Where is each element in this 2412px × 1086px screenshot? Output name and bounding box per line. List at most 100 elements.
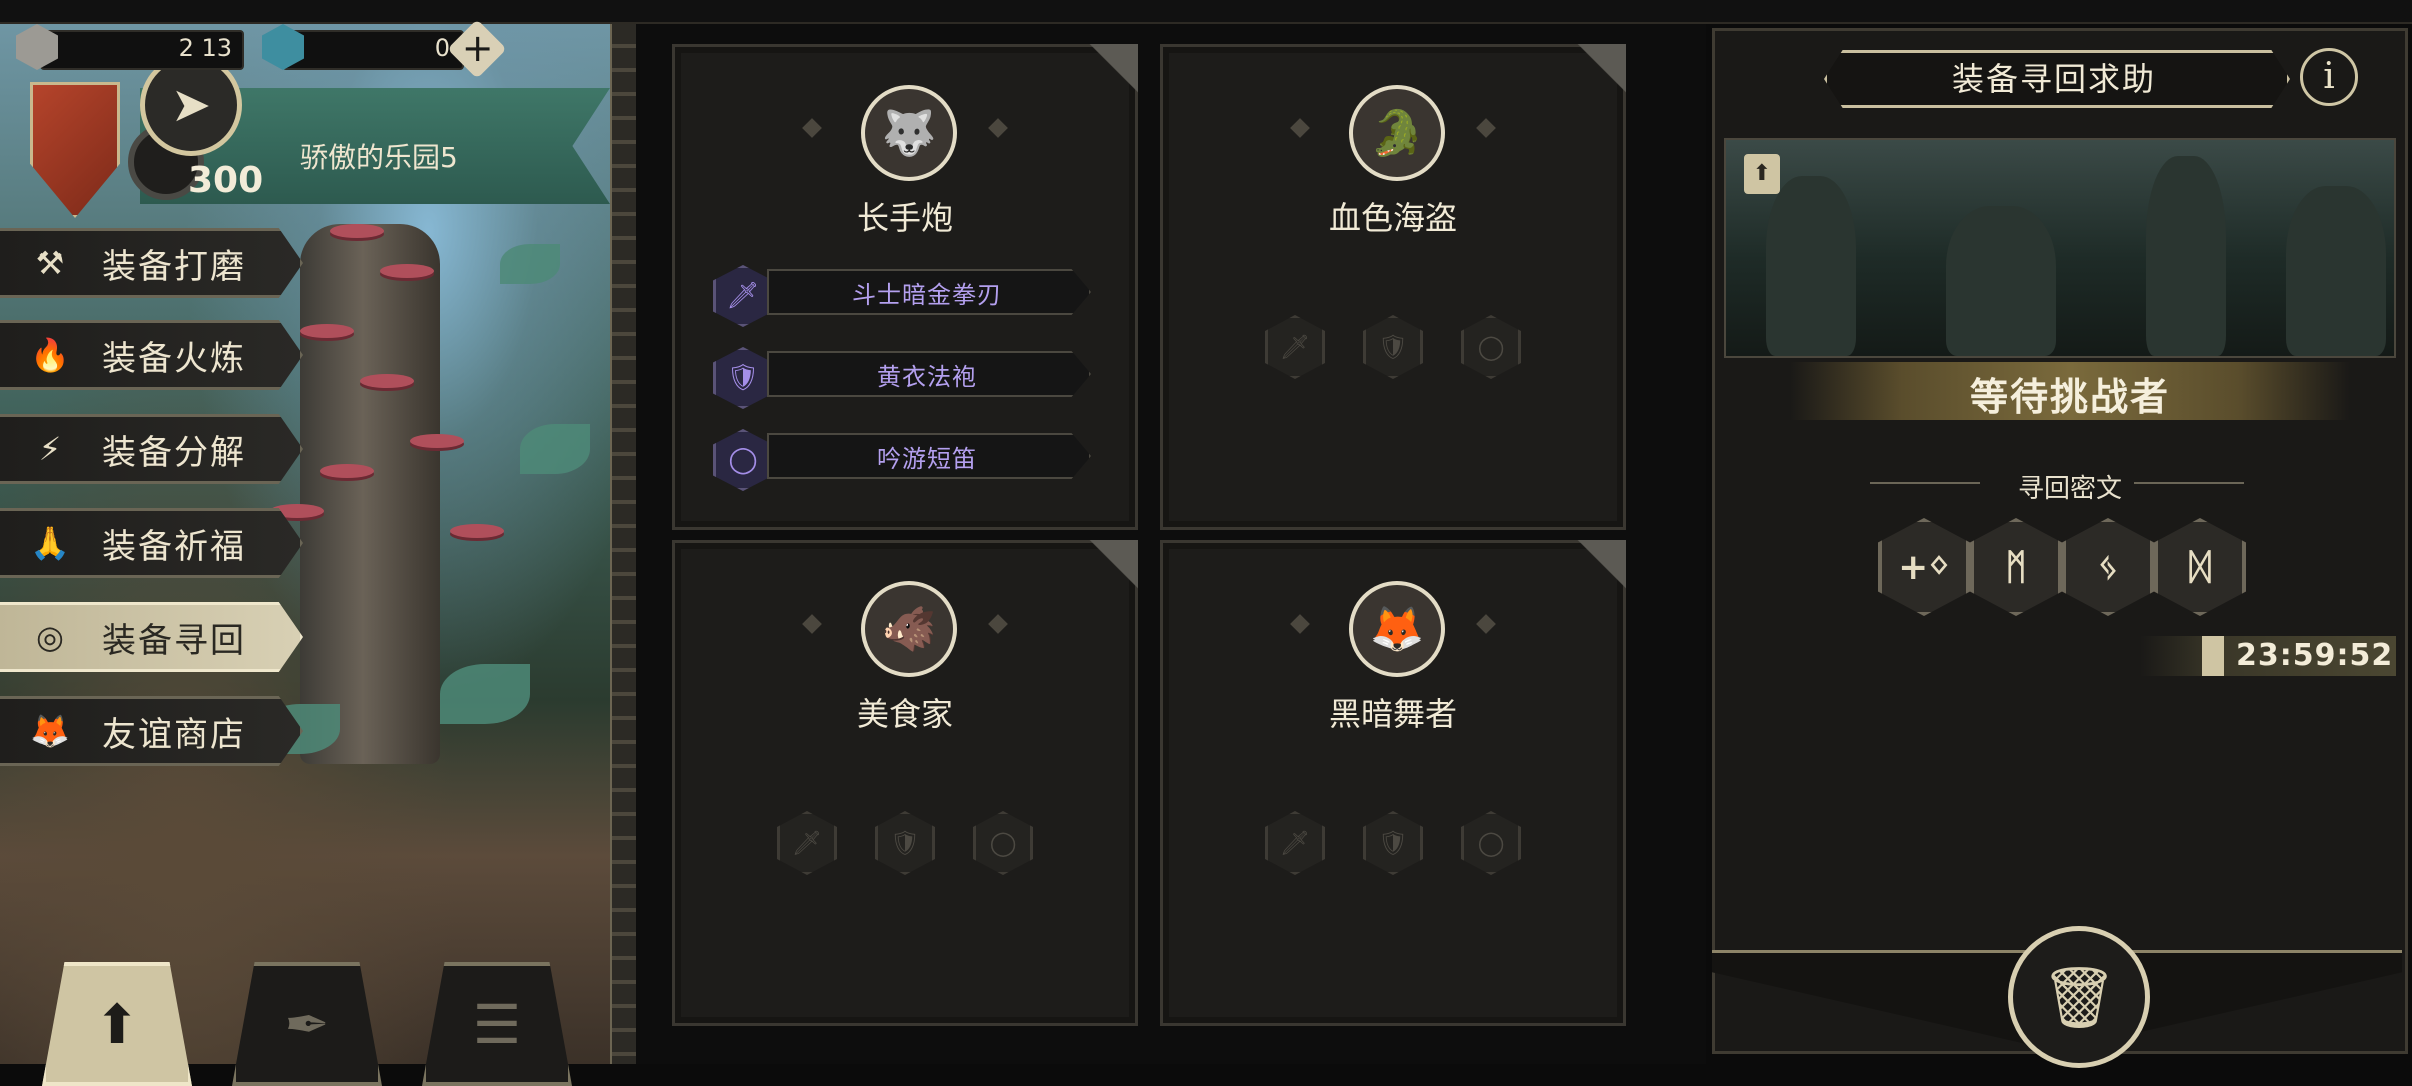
armor-slot-icon[interactable]: 🛡 <box>875 811 935 875</box>
ring-slot-icon[interactable]: ◯ <box>973 811 1033 875</box>
equipment-name: 斗士暗金拳刃 <box>852 281 1002 309</box>
equipment-row[interactable]: 🗡 斗士暗金拳刃 <box>713 265 1103 327</box>
ornament <box>988 118 1008 138</box>
menu-item-2[interactable]: 🔥 装备火炼 <box>0 320 303 390</box>
info-button[interactable]: i <box>2300 48 2358 106</box>
menu-item-label: 装备祈福 <box>102 526 246 567</box>
gems-value: 2 13 <box>178 34 232 62</box>
empty-slots: 🗡 🛡 ◯ <box>1163 811 1623 875</box>
equipment-name: 吟游短笛 <box>877 445 977 473</box>
ornament <box>988 614 1008 634</box>
ornament <box>1476 614 1496 634</box>
card-corner <box>1068 44 1138 114</box>
hourglass-icon <box>2202 636 2224 676</box>
plus-icon: + <box>461 26 494 71</box>
beast-portrait-icon: 🐗 <box>861 581 957 677</box>
mushroom <box>300 324 354 338</box>
cipher-label: 寻回密文 <box>2017 474 2122 504</box>
fox-girl-portrait-icon: 🦊 <box>1349 581 1445 677</box>
mushroom <box>330 224 384 238</box>
leaf <box>440 664 530 724</box>
tree <box>1766 176 1856 356</box>
leaf <box>520 424 590 474</box>
pray-hands-icon: 🙏 <box>30 524 70 562</box>
ring-icon: ◯ <box>713 429 773 491</box>
character-name: 长手炮 <box>856 199 953 237</box>
menu-item-1[interactable]: ⚒ 装备打磨 <box>0 228 303 298</box>
card-corner <box>1556 540 1626 610</box>
crystal-value: 0 <box>434 34 450 62</box>
character-name: 黑暗舞者 <box>1328 695 1457 733</box>
countdown-timer: 23:59:52 <box>2236 638 2394 673</box>
equipment-row[interactable]: ◯ 吟游短笛 <box>713 429 1103 491</box>
fox-icon: 🦊 <box>30 712 70 750</box>
character-card[interactable]: 🐊 血色海盗 🗡 🛡 ◯ <box>1160 44 1626 530</box>
ornate-divider <box>610 24 638 1064</box>
ring-slot-icon[interactable]: ◯ <box>1461 315 1521 379</box>
menu-item-label: 装备打磨 <box>102 246 246 287</box>
character-name: 血色海盗 <box>1328 199 1457 237</box>
menu-item-6[interactable]: 🦊 友谊商店 <box>0 696 303 766</box>
menu-item-label: 装备寻回 <box>102 620 246 661</box>
ornament <box>1290 614 1310 634</box>
character-card[interactable]: 🐗 美食家 🗡 🛡 ◯ <box>672 540 1138 1026</box>
menu-item-label: 装备分解 <box>102 432 246 473</box>
ring-slot-icon[interactable]: ◯ <box>1461 811 1521 875</box>
list-icon: ☰ <box>472 992 522 1056</box>
armor-slot-icon[interactable]: 🛡 <box>1363 315 1423 379</box>
ornament <box>802 614 822 634</box>
hammer-icon: ⚒ <box>35 244 65 282</box>
sword-slot-icon[interactable]: 🗡 <box>777 811 837 875</box>
character-card[interactable]: 🐺 长手炮 🗡 斗士暗金拳刃 🛡 黄衣法袍 ◯ 吟游短笛 <box>672 44 1138 530</box>
mushroom <box>450 524 504 538</box>
divider-line <box>2134 482 2244 484</box>
upload-arrow-icon: ⬆ <box>94 992 140 1056</box>
crocodile-portrait-icon: 🐊 <box>1349 85 1445 181</box>
armor-icon: 🛡 <box>713 347 773 409</box>
panel-title: 装备寻回求助 <box>1951 60 2156 98</box>
armor-slot-icon[interactable]: 🛡 <box>1363 811 1423 875</box>
status-text: 等待挑战者 <box>1969 375 2170 419</box>
break-icon: ⚡ <box>38 430 62 468</box>
tree <box>2146 156 2226 356</box>
target-icon: ◎ <box>36 618 64 656</box>
card-corner <box>1068 540 1138 610</box>
ornament <box>802 118 822 138</box>
equipment-row[interactable]: 🛡 黄衣法袍 <box>713 347 1103 409</box>
trash-icon: 🗑 <box>2040 962 2118 1033</box>
leaf <box>500 244 560 284</box>
ornament <box>1290 118 1310 138</box>
menu-item-label: 装备火炼 <box>102 338 246 379</box>
wolf-portrait-icon: 🐺 <box>861 85 957 181</box>
stage-preview-image <box>1724 138 2396 358</box>
menu-item-5[interactable]: ◎ 装备寻回 <box>0 602 303 672</box>
feather-scroll-icon: ✒ <box>284 992 330 1056</box>
trash-button[interactable]: 🗑 <box>2008 926 2150 1068</box>
sword-icon: 🗡 <box>713 265 773 327</box>
bottom-tab-button-2[interactable]: ✒ <box>232 962 382 1086</box>
mushroom <box>320 464 374 478</box>
mushroom <box>360 374 414 388</box>
tree <box>2286 186 2386 356</box>
bottom-tab-button-3[interactable]: ☰ <box>422 962 572 1086</box>
preview-upload-icon[interactable]: ⬆ <box>1744 154 1780 194</box>
location-name: 骄傲的乐园5 <box>300 141 458 174</box>
card-corner <box>1556 44 1626 114</box>
character-name: 美食家 <box>856 695 953 733</box>
sword-slot-icon[interactable]: 🗡 <box>1265 811 1325 875</box>
menu-item-4[interactable]: 🙏 装备祈福 <box>0 508 303 578</box>
character-card[interactable]: 🦊 黑暗舞者 🗡 🛡 ◯ <box>1160 540 1626 1026</box>
ornament <box>1476 118 1496 138</box>
menu-item-label: 友谊商店 <box>102 714 246 755</box>
bottom-tab-button-1[interactable]: ⬆ <box>42 962 192 1086</box>
back-arrow-icon: ➤ <box>170 77 212 133</box>
flame-icon: 🔥 <box>30 336 70 374</box>
tree <box>1946 206 2056 356</box>
empty-slots: 🗡 🛡 ◯ <box>675 811 1135 875</box>
mushroom <box>410 434 464 448</box>
equipment-name: 黄衣法袍 <box>877 363 977 391</box>
menu-item-3[interactable]: ⚡ 装备分解 <box>0 414 303 484</box>
tree-trunk <box>300 224 440 764</box>
top-bar <box>0 0 2412 24</box>
sword-slot-icon[interactable]: 🗡 <box>1265 315 1325 379</box>
